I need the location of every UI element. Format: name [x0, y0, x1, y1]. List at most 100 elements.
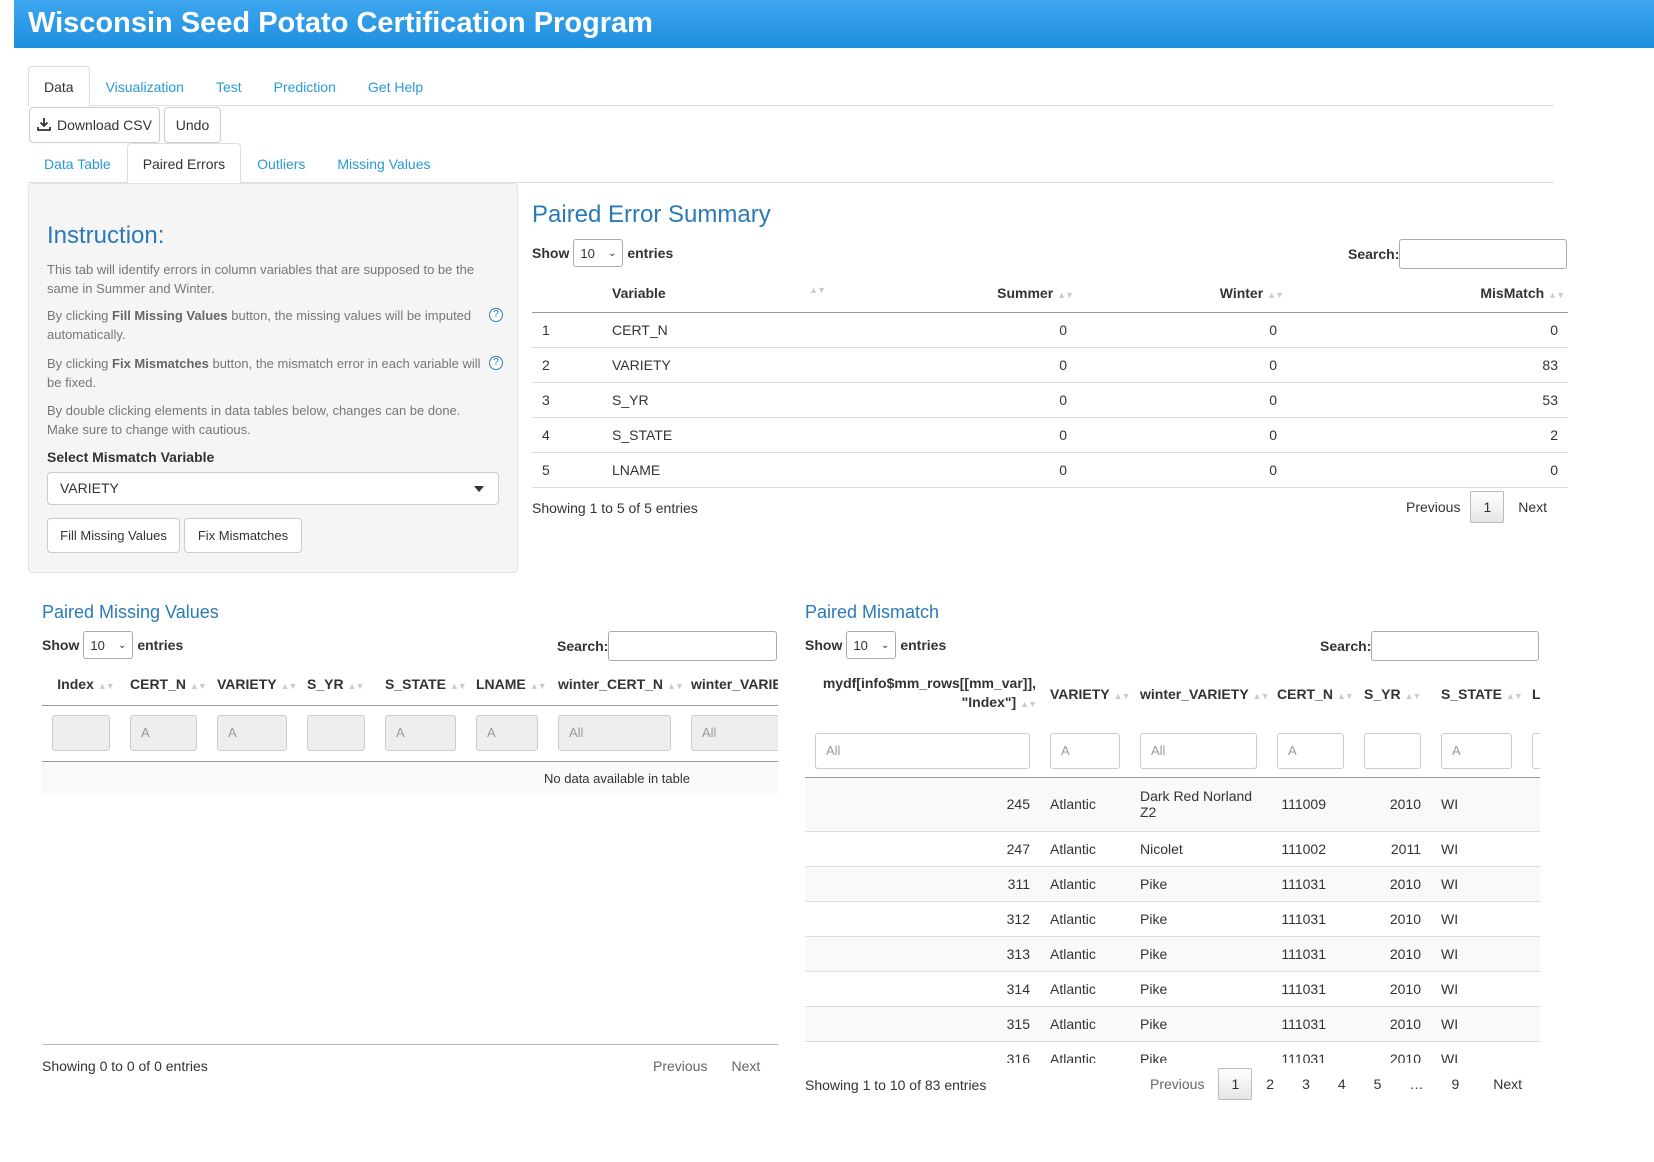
column-filter-input[interactable] [307, 715, 365, 751]
next-button[interactable]: Next [717, 1058, 770, 1074]
column-filter-input[interactable]: A [1050, 732, 1120, 769]
column-filter-input[interactable]: A [130, 715, 197, 751]
missing-header-cell[interactable]: VARIETY ▲▼ [207, 663, 297, 705]
column-filter-input[interactable]: All [1140, 732, 1257, 769]
mismatch-search-input[interactable] [1371, 631, 1539, 661]
column-filter-input[interactable]: All [691, 715, 778, 751]
help-icon[interactable]: ? [489, 356, 503, 370]
missing-header-cell[interactable]: S_YR ▲▼ [297, 663, 375, 705]
mismatch-header-cell[interactable]: LNAME▲▼ [1522, 663, 1540, 725]
next-button[interactable]: Next [1473, 1076, 1532, 1092]
mismatch-header-cell[interactable]: S_STATE ▲▼ [1431, 663, 1523, 725]
table-row[interactable]: 247 Atlantic Nicolet 111002 2011 WI [805, 831, 1540, 866]
download-csv-button[interactable]: Download CSV [29, 107, 160, 143]
missing-header-cell[interactable]: Index ▲▼ [42, 663, 120, 705]
table-row[interactable]: 5 LNAME 0 0 0 [532, 452, 1568, 487]
table-cell: 111031 [1281, 875, 1326, 892]
page-button[interactable]: 1 [1470, 491, 1505, 523]
table-row[interactable]: 312 Atlantic Pike 111031 2010 WI [805, 901, 1540, 936]
table-cell: 111031 [1281, 1050, 1326, 1064]
summary-header-winter[interactable]: Winter ▲▼ [1077, 274, 1287, 312]
missing-header-cell[interactable]: CERT_N ▲▼ [120, 663, 207, 705]
page-button[interactable]: 5 [1360, 1076, 1396, 1092]
fill-missing-values-button[interactable]: Fill Missing Values [47, 518, 180, 553]
page-button[interactable]: 9 [1437, 1076, 1473, 1092]
column-filter-input[interactable]: All [558, 715, 671, 751]
fix-mismatches-button[interactable]: Fix Mismatches [184, 518, 302, 553]
instruction-text-4: By double clicking elements in data tabl… [47, 403, 461, 437]
page-button[interactable]: 4 [1324, 1076, 1360, 1092]
page-button[interactable]: 1 [1218, 1068, 1253, 1100]
page-button[interactable]: … [1395, 1076, 1437, 1092]
table-cell: 247 [1006, 840, 1030, 857]
table-row[interactable]: 311 Atlantic Pike 111031 2010 WI [805, 866, 1540, 901]
tab-data-table[interactable]: Data Table [28, 143, 127, 183]
previous-button[interactable]: Previous [1396, 499, 1470, 515]
mismatch-table-scroll[interactable]: mydf[info$mm_rows[[mm_var]], "Index"] ▲▼ V… [805, 663, 1540, 1063]
mismatch-header-cell[interactable]: VARIETY ▲▼ [1040, 663, 1130, 725]
missing-search-input[interactable] [608, 631, 777, 661]
missing-length-select[interactable]: 10 ⌄ [83, 631, 134, 659]
summary-header-summer[interactable]: Summer ▲▼ [832, 274, 1077, 312]
table-row[interactable]: 315 Atlantic Pike 111031 2010 WI [805, 1006, 1540, 1041]
column-filter-input[interactable] [1364, 732, 1421, 769]
missing-header-cell[interactable]: LNAME ▲▼ [466, 663, 548, 705]
help-icon[interactable]: ? [489, 308, 503, 322]
table-row[interactable]: 2 VARIETY 0 0 83 [532, 347, 1568, 382]
table-row[interactable]: 314 Atlantic Pike 111031 2010 WI [805, 971, 1540, 1006]
table-cell: Atlantic [1050, 796, 1096, 812]
tab-test[interactable]: Test [200, 66, 258, 106]
table-row[interactable]: 313 Atlantic Pike 111031 2010 WI [805, 936, 1540, 971]
table-cell: 2010 [1389, 980, 1421, 997]
tab-visualization[interactable]: Visualization [90, 66, 200, 106]
missing-header-cell[interactable]: S_STATE ▲▼ [375, 663, 467, 705]
summary-header-mismatch[interactable]: MisMatch ▲▼ [1287, 274, 1568, 312]
page-button[interactable]: 2 [1252, 1076, 1288, 1092]
download-csv-label: Download CSV [57, 117, 152, 133]
table-row[interactable]: 3 S_YR 0 0 53 [532, 382, 1568, 417]
mismatch-length-select[interactable]: 10 ⌄ [846, 631, 897, 659]
sort-icon: ▲▼ [1404, 691, 1422, 701]
tab-paired-errors[interactable]: Paired Errors [126, 143, 242, 183]
column-filter-input[interactable]: All [815, 732, 1030, 769]
missing-table-scroll[interactable]: Index ▲▼ CERT_N ▲▼ VARIETY ▲▼ S_YR ▲▼ S_STATE ▲▼ L… [42, 663, 778, 798]
column-filter-input[interactable]: A [217, 715, 287, 751]
tab-missing-values[interactable]: Missing Values [321, 143, 446, 183]
tab-outliers[interactable]: Outliers [241, 143, 321, 183]
missing-header-cell[interactable]: winter_CERT_N ▲▼ [548, 663, 684, 705]
column-filter-input[interactable]: A [1441, 732, 1512, 769]
table-row[interactable]: 1 CERT_N 0 0 0 [532, 312, 1568, 347]
column-filter-input[interactable]: A [1277, 732, 1344, 769]
table-cell: 311 [1007, 875, 1030, 892]
column-filter-input[interactable] [52, 715, 110, 751]
table-cell: 111031 [1281, 1015, 1326, 1032]
sort-icon: ▲▼ [667, 680, 684, 691]
column-filter-input[interactable]: A [476, 715, 538, 751]
tab-data[interactable]: Data [28, 66, 90, 106]
missing-header-cell[interactable]: winter_VARIETY▲▼ [681, 663, 778, 705]
tab-get-help[interactable]: Get Help [352, 66, 439, 106]
missing-pagination: Previous Next [643, 1058, 770, 1074]
tab-prediction[interactable]: Prediction [258, 66, 352, 106]
chevron-down-icon: ⌄ [607, 247, 617, 259]
mismatch-header-cell[interactable]: CERT_N ▲▼ [1267, 663, 1354, 725]
table-row[interactable]: 245 Atlantic Dark Red Norland Z2 111009 2010… [805, 777, 1540, 831]
undo-button[interactable]: Undo [164, 107, 221, 143]
mismatch-variable-select[interactable]: VARIETY [47, 472, 499, 505]
previous-button[interactable]: Previous [643, 1058, 717, 1074]
summary-search-input[interactable] [1399, 239, 1567, 269]
next-button[interactable]: Next [1504, 499, 1557, 515]
summary-length-select[interactable]: 10 ⌄ [573, 239, 624, 267]
previous-button[interactable]: Previous [1140, 1076, 1218, 1092]
table-cell: S_YR [612, 391, 649, 408]
mismatch-header-cell[interactable]: mydf[info$mm_rows[[mm_var]], "Index"] ▲▼ [805, 663, 1040, 725]
mismatch-info: Showing 1 to 10 of 83 entries [805, 1077, 987, 1093]
mismatch-header-cell[interactable]: winter_VARIETY ▲▼ [1130, 663, 1269, 725]
summary-header-variable[interactable]: Variable ▲▼ [602, 274, 832, 312]
column-filter-input[interactable]: A [385, 715, 456, 751]
table-row[interactable]: 4 S_STATE 0 0 2 [532, 417, 1568, 452]
mismatch-header-cell[interactable]: S_YR ▲▼ [1354, 663, 1431, 725]
page-button[interactable]: 3 [1288, 1076, 1324, 1092]
table-row[interactable]: 316 Atlantic Pike 111031 2010 WI [805, 1041, 1540, 1064]
column-filter-input[interactable] [1532, 732, 1540, 769]
